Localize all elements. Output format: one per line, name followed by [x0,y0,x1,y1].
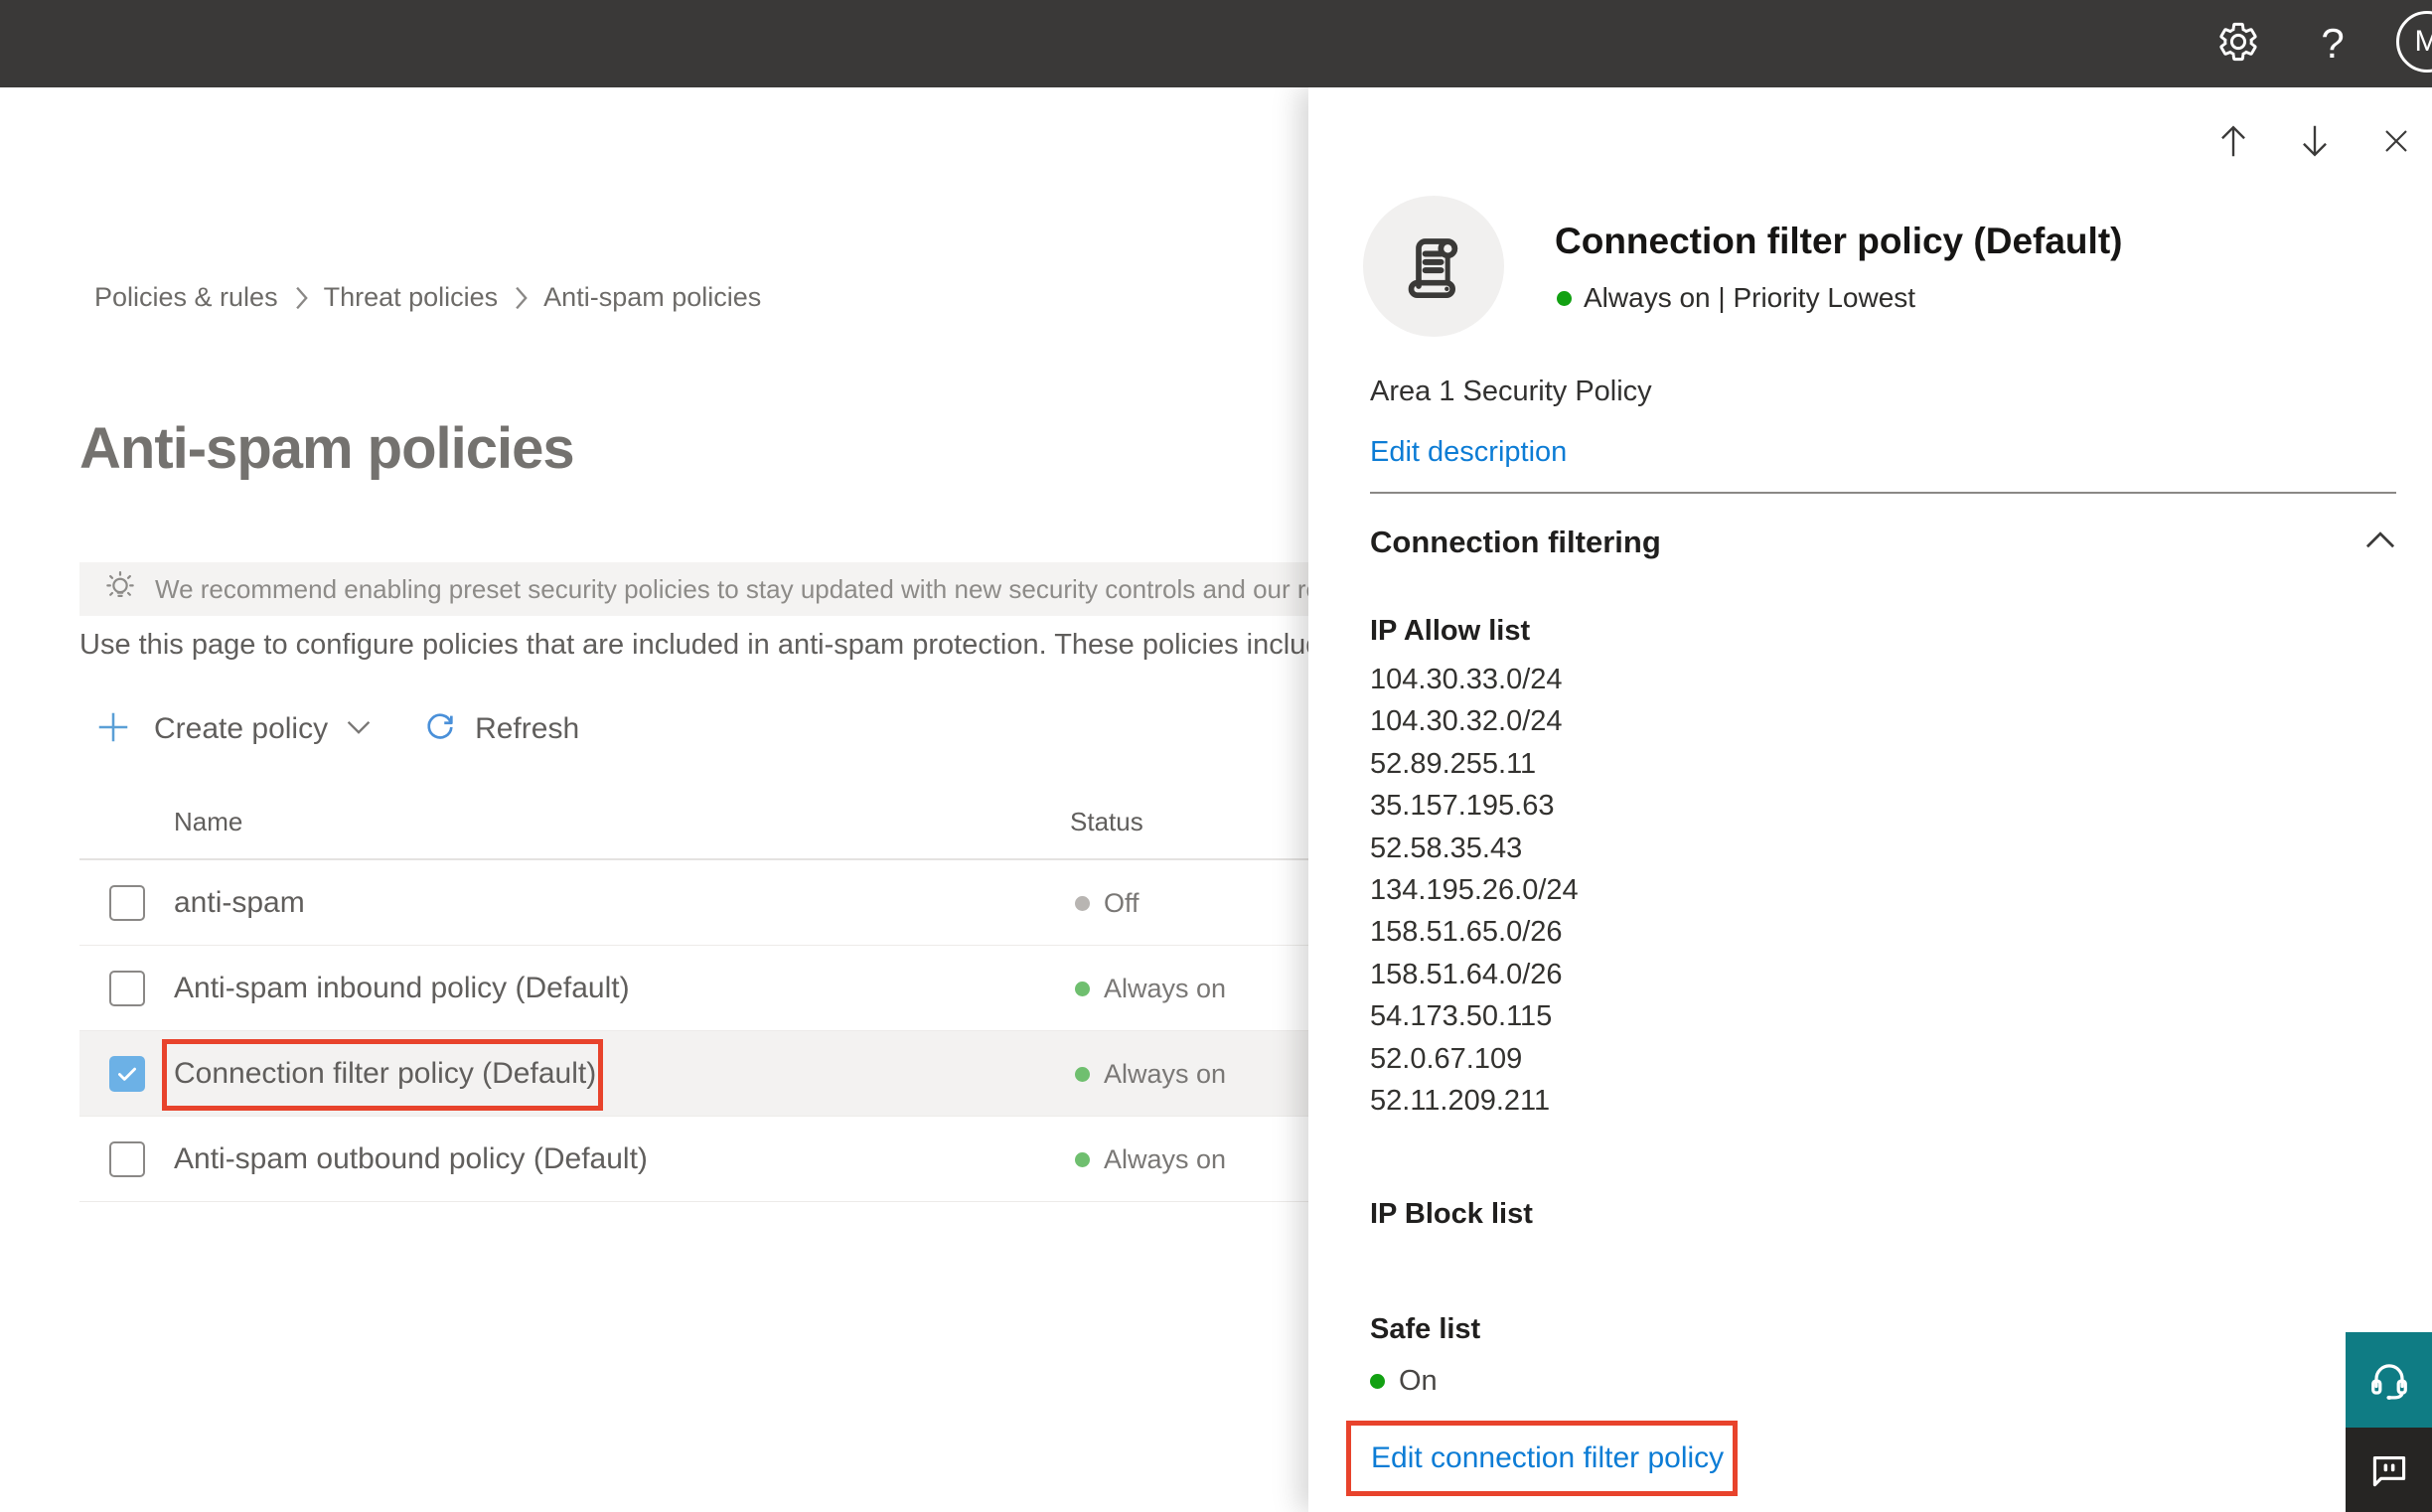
row-checkbox-checked[interactable] [109,1056,145,1092]
chevron-up-icon [2365,531,2395,548]
breadcrumb-threat-policies[interactable]: Threat policies [324,282,499,313]
page-description: Use this page to configure policies that… [79,629,1338,661]
status-dot-on [1075,1151,1090,1167]
ip-entry: 52.0.67.109 [1370,1042,1523,1075]
refresh-button[interactable]: Refresh [475,712,579,746]
chevron-down-icon[interactable] [346,718,372,741]
settings-button[interactable] [2207,0,2269,87]
safe-list-status: On [1370,1365,1438,1398]
collapse-section-button[interactable] [2364,529,2396,555]
chevron-right-icon [512,285,530,311]
panel-status: Always on | Priority Lowest [1557,282,1915,314]
banner-text: We recommend enabling preset security po… [155,573,1406,604]
section-connection-filtering: Connection filtering [1370,525,1661,559]
ip-entry: 52.11.209.211 [1370,1085,1551,1118]
account-avatar[interactable]: M [2396,11,2432,73]
column-header-status[interactable]: Status [1070,807,1143,837]
panel-title: Connection filter policy (Default) [1555,221,2123,261]
arrow-down-icon [2303,125,2327,157]
avatar-initial: M [2414,25,2432,58]
divider [1370,492,2396,494]
status-dot-on [1370,1374,1385,1389]
status-label: Always on [1104,1058,1227,1089]
next-item-button[interactable] [2297,123,2333,159]
recommendation-banner: We recommend enabling preset security po… [79,562,1421,616]
ip-entry: 52.89.255.11 [1370,747,1537,780]
row-checkbox[interactable] [109,971,145,1006]
breadcrumb-anti-spam-policies[interactable]: Anti-spam policies [543,282,761,313]
status-label: Always on [1104,973,1227,1003]
breadcrumb: Policies & rules Threat policies Anti-sp… [94,282,761,313]
chevron-right-icon [292,285,310,311]
ip-entry: 134.195.26.0/24 [1370,874,1579,907]
ip-block-list-label: IP Block list [1370,1198,1533,1230]
edit-link-highlight-box: Edit connection filter policy [1346,1421,1738,1496]
lightbulb-icon [101,568,139,611]
top-app-bar: ? M [0,0,2432,87]
status-dot-off [1075,895,1090,911]
previous-item-button[interactable] [2215,123,2251,159]
breadcrumb-policies-rules[interactable]: Policies & rules [94,282,278,313]
create-policy-button[interactable]: Create policy [154,712,328,746]
checkmark-icon [118,1067,136,1081]
gear-icon [2216,20,2260,69]
ip-entry: 158.51.65.0/26 [1370,916,1563,949]
status-label: Off [1104,887,1140,918]
policy-type-avatar [1363,196,1504,337]
close-panel-button[interactable] [2378,123,2414,159]
scroll-icon [1408,238,1458,298]
plus-icon [94,708,132,751]
ip-entry: 104.30.33.0/24 [1370,664,1563,695]
toolbar: Create policy Refresh [94,705,579,753]
row-name[interactable]: Anti-spam inbound policy (Default) [174,946,630,1031]
ip-entry: 35.157.195.63 [1370,790,1555,823]
ip-allow-list: 104.30.33.0/24 104.30.32.0/24 52.89.255.… [1370,659,1579,1122]
status-dot-on [1075,981,1090,996]
details-flyout-panel: Connection filter policy (Default) Alway… [1308,87,2432,1512]
edit-description-link[interactable]: Edit description [1370,436,1567,469]
arrow-up-icon [2221,125,2245,157]
safe-list-value: On [1399,1365,1438,1397]
status-dot-on [1557,290,1572,306]
row-checkbox[interactable] [109,1141,145,1177]
row-checkbox[interactable] [109,885,145,921]
refresh-icon [423,710,457,749]
column-header-name[interactable]: Name [174,807,242,837]
ip-allow-list-label: IP Allow list [1370,615,1531,647]
panel-status-text: Always on | Priority Lowest [1584,282,1916,313]
ip-entry: 104.30.32.0/24 [1370,705,1563,738]
page-title: Anti-spam policies [79,416,575,481]
close-icon [2385,130,2407,152]
ip-entry: 54.173.50.115 [1370,1000,1553,1033]
ip-entry: 158.51.64.0/26 [1370,958,1563,990]
panel-navigation [2215,123,2414,159]
chat-icon [2372,1455,2405,1486]
ip-entry: 52.58.35.43 [1370,832,1523,864]
row-name[interactable]: Anti-spam outbound policy (Default) [174,1117,648,1202]
edit-connection-filter-policy-link[interactable]: Edit connection filter policy [1371,1441,1724,1475]
safe-list-label: Safe list [1370,1313,1481,1345]
row-name[interactable]: anti-spam [174,860,305,946]
help-icon: ? [2321,20,2345,67]
status-label: Always on [1104,1143,1227,1174]
feedback-button[interactable] [2346,1428,2432,1512]
headset-icon [2370,1364,2407,1400]
support-button[interactable] [2346,1332,2432,1428]
help-button[interactable]: ? [2303,0,2362,87]
status-dot-on [1075,1066,1090,1082]
selection-highlight-box [162,1039,603,1111]
policy-description: Area 1 Security Policy [1370,376,1652,407]
